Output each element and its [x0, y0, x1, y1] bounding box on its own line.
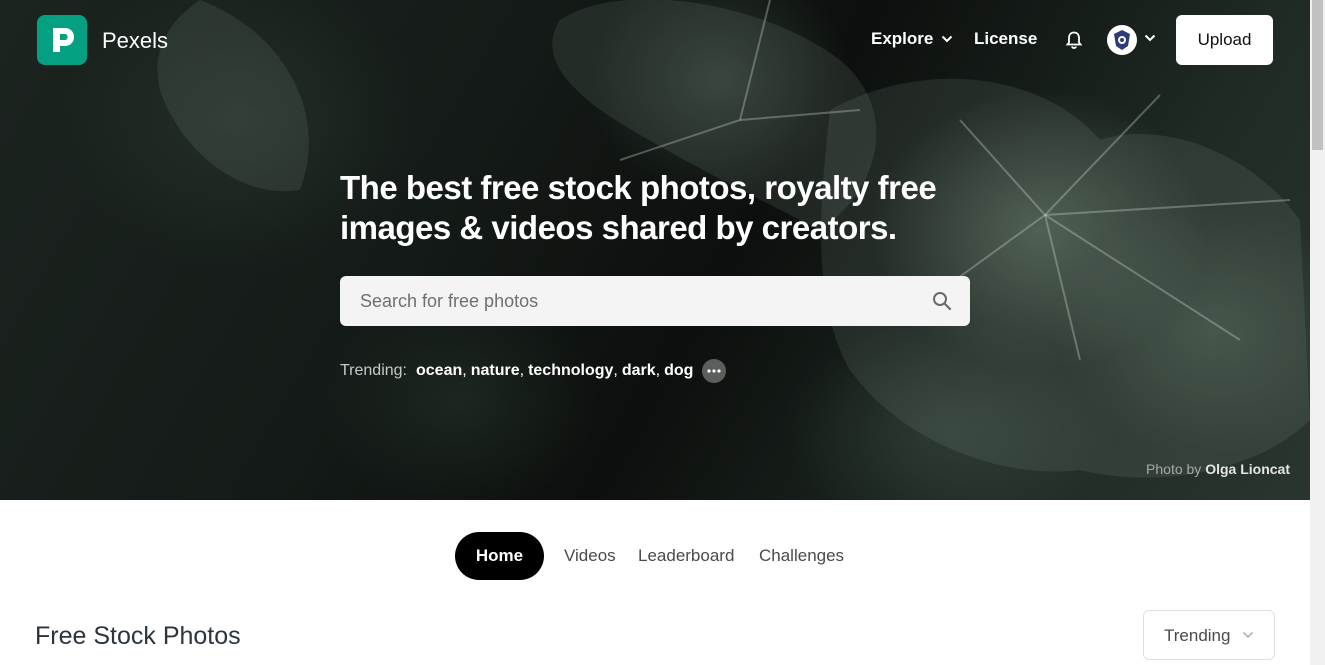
- trending-link-dog[interactable]: dog: [664, 362, 693, 380]
- search-input[interactable]: Search for free photos: [340, 276, 970, 326]
- hero-headline-line1: The best free stock photos, royalty free: [340, 169, 937, 206]
- leaf-photo: [157, 0, 1310, 478]
- chevron-down-icon: [1242, 631, 1254, 639]
- photo-credit-author[interactable]: Olga Lioncat: [1205, 461, 1290, 477]
- trending-link-dark[interactable]: dark: [622, 362, 656, 380]
- trending-label: Trending:: [340, 362, 407, 379]
- trending-link-ocean[interactable]: ocean: [416, 362, 462, 380]
- sort-value: Trending: [1164, 626, 1231, 645]
- account-chevron-down-icon[interactable]: [1144, 34, 1156, 42]
- tab-leaderboard[interactable]: Leaderboard: [638, 546, 734, 566]
- search-icon[interactable]: [932, 291, 952, 311]
- avatar-icon[interactable]: [1107, 25, 1137, 55]
- nav-explore-label: Explore: [871, 29, 934, 48]
- tab-home[interactable]: Home: [455, 532, 544, 580]
- section-title: Free Stock Photos: [35, 622, 241, 650]
- tab-videos[interactable]: Videos: [564, 546, 616, 566]
- hero-background: [0, 0, 1310, 500]
- trending-link-technology[interactable]: technology: [528, 362, 613, 380]
- brand-name[interactable]: Pexels: [102, 28, 168, 54]
- hero-headline: The best free stock photos, royalty free…: [340, 168, 980, 248]
- bell-icon[interactable]: [1064, 30, 1084, 50]
- tab-challenges[interactable]: Challenges: [759, 546, 844, 566]
- upload-button[interactable]: Upload: [1176, 15, 1273, 65]
- chevron-down-icon: [942, 35, 953, 43]
- page: Pexels Explore License Upload The best f…: [0, 0, 1325, 665]
- nav-explore-menu[interactable]: Explore: [871, 29, 953, 49]
- sort-dropdown[interactable]: Trending: [1143, 610, 1275, 660]
- search-placeholder: Search for free photos: [360, 291, 539, 311]
- trending-searches: Trending: ocean, nature, technology, dar…: [340, 359, 727, 383]
- pexels-logo-icon[interactable]: [37, 15, 87, 65]
- nav-license-link[interactable]: License: [974, 29, 1037, 49]
- scrollbar[interactable]: [1310, 0, 1325, 665]
- photo-credit[interactable]: Photo by Olga Lioncat: [1146, 461, 1290, 477]
- photo-credit-label: Photo by: [1146, 461, 1202, 477]
- more-icon[interactable]: [702, 359, 727, 383]
- trending-link-nature[interactable]: nature: [471, 362, 520, 380]
- hero-headline-line2: images & videos shared by creators.: [340, 209, 897, 246]
- scrollbar-thumb[interactable]: [1312, 0, 1323, 150]
